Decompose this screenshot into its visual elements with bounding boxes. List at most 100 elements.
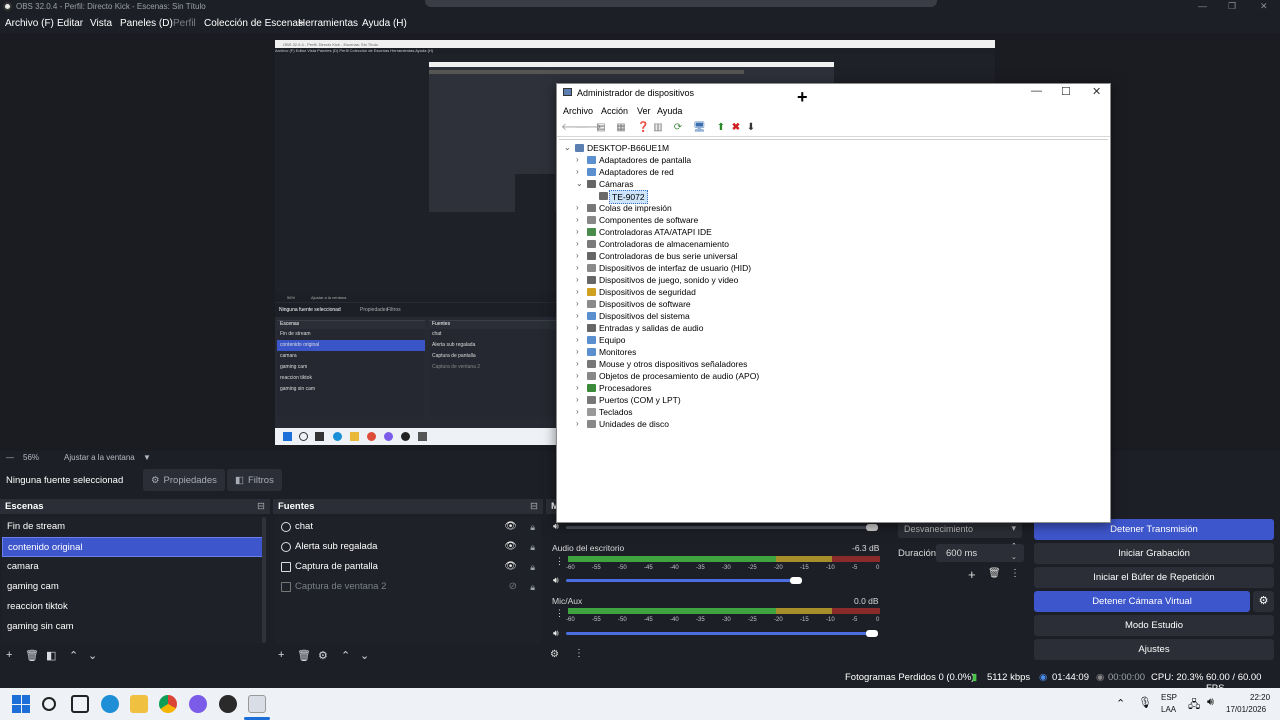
advanced-audio-icon[interactable]: ⚙ — [550, 649, 559, 660]
discord-icon[interactable] — [189, 695, 207, 713]
more-options-icon[interactable]: ⋮ — [555, 608, 564, 619]
file-explorer-icon[interactable] — [130, 695, 148, 713]
edge-icon[interactable] — [101, 695, 119, 713]
menu-archivo[interactable]: Archivo (F) — [5, 18, 54, 29]
chevron-up-icon[interactable]: ⌃ — [1116, 697, 1125, 710]
start-recording-button[interactable]: Iniciar Grabación — [1034, 543, 1274, 564]
language-indicator[interactable]: ESP — [1161, 693, 1177, 702]
zoom-level[interactable]: 56% — [23, 453, 39, 462]
back-icon[interactable]: 🡐 — [561, 122, 588, 134]
chevron-right-icon[interactable]: › — [576, 418, 585, 430]
menu-paneles[interactable]: Paneles (D) — [120, 18, 173, 29]
zoom-out-icon[interactable]: — — [6, 453, 14, 462]
close-icon[interactable]: ✕ — [1260, 1, 1268, 12]
chevron-right-icon[interactable]: › — [576, 322, 585, 334]
scene-item[interactable]: reaccion tiktok — [2, 597, 264, 617]
settings-button[interactable]: Ajustes — [1034, 639, 1274, 660]
fit-to-window[interactable]: Ajustar a la ventana — [64, 453, 135, 462]
microphone-icon[interactable]: 🎙︎ — [1138, 696, 1152, 709]
scene-item[interactable]: gaming sin cam — [2, 617, 264, 637]
dm-menu-accion[interactable]: Acción — [601, 106, 628, 116]
menu-ayuda[interactable]: Ayuda (H) — [362, 18, 407, 29]
trash-icon[interactable]: 🗑 — [25, 649, 39, 662]
scenes-scrollbar[interactable] — [262, 517, 266, 643]
view-icon[interactable]: ▥ — [652, 122, 664, 134]
forward-icon[interactable]: 🡒 — [575, 122, 602, 134]
lock-icon[interactable]: 🔒︎ — [530, 517, 535, 537]
scene-item[interactable]: Fin de stream — [2, 517, 264, 537]
menu-perfil[interactable]: Perfil — [173, 18, 196, 29]
chevron-right-icon[interactable]: › — [576, 382, 585, 394]
properties-icon[interactable]: ▦ — [615, 122, 627, 134]
chevron-right-icon[interactable]: › — [576, 250, 585, 262]
lock-icon[interactable]: 🔒︎ — [530, 577, 535, 597]
chevron-right-icon[interactable]: › — [576, 310, 585, 322]
minimize-icon[interactable]: — — [1031, 85, 1042, 97]
minimize-icon[interactable]: — — [1198, 1, 1207, 11]
chevron-right-icon[interactable]: › — [576, 358, 585, 370]
add-source-icon[interactable]: + — [278, 649, 284, 661]
popout-icon[interactable]: ⊟ — [257, 499, 265, 514]
move-down-icon[interactable]: ⌄ — [360, 649, 369, 662]
popout-icon[interactable]: ⊟ — [530, 499, 538, 514]
source-item[interactable]: Alerta sub regalada 👁 🔒︎ — [275, 537, 541, 557]
chevron-down-icon[interactable]: ⌄ — [564, 142, 573, 154]
top-fader-knob[interactable] — [866, 524, 878, 531]
more-options-icon[interactable]: ⋮ — [555, 556, 564, 567]
source-item[interactable]: chat 👁 🔒︎ — [275, 517, 541, 537]
menu-vista[interactable]: Vista — [90, 18, 112, 29]
show-hide-icon[interactable]: ▤ — [595, 122, 607, 134]
mic-fader-knob[interactable] — [866, 630, 878, 637]
hidden-eye-icon[interactable]: ⊘ — [509, 577, 517, 597]
chrome-icon[interactable] — [159, 695, 177, 713]
window-search-bar[interactable] — [425, 0, 937, 7]
chevron-right-icon[interactable]: › — [576, 154, 585, 166]
volume-icon[interactable]: 🔊︎ — [1207, 696, 1214, 709]
chevron-down-icon[interactable]: ⌄ — [576, 178, 585, 190]
add-transition-icon[interactable]: + — [968, 567, 976, 582]
search-icon[interactable] — [42, 697, 56, 711]
source-item[interactable]: Captura de ventana 2 ⊘ 🔒︎ — [275, 577, 541, 597]
close-icon[interactable]: ✕ — [1092, 85, 1101, 98]
scene-item-selected[interactable]: contenido original — [2, 537, 264, 557]
chevron-right-icon[interactable]: › — [576, 214, 585, 226]
task-view-icon[interactable] — [71, 695, 89, 713]
disable-device-icon[interactable]: ⬇ — [745, 122, 757, 134]
windows-start-icon[interactable] — [12, 695, 30, 713]
gear-icon[interactable]: ⚙ — [318, 649, 328, 662]
mixer-menu-icon[interactable]: ⋮ — [574, 648, 584, 659]
clock-time[interactable]: 22:20 — [1250, 693, 1270, 702]
dm-menu-archivo[interactable]: Archivo — [563, 106, 593, 116]
chevron-right-icon[interactable]: › — [576, 166, 585, 178]
help-icon[interactable]: ❓ — [637, 122, 649, 134]
stop-virtual-camera-button[interactable]: Detener Cámara Virtual — [1034, 591, 1250, 612]
trash-icon[interactable]: 🗑 — [297, 649, 311, 662]
device-manager-window[interactable]: Administrador de dispositivos — ☐ ✕ Arch… — [556, 83, 1111, 523]
mic-fader[interactable] — [566, 632, 872, 635]
clock-date[interactable]: 17/01/2026 — [1226, 705, 1266, 714]
replay-buffer-button[interactable]: Iniciar el Búfer de Repetición — [1034, 567, 1274, 588]
visibility-eye-icon[interactable]: 👁 — [504, 537, 517, 557]
chevron-right-icon[interactable]: › — [576, 370, 585, 382]
lock-icon[interactable]: 🔒︎ — [530, 537, 535, 557]
studio-mode-button[interactable]: Modo Estudio — [1034, 615, 1274, 636]
filters-button[interactable]: ◧ Filtros — [227, 469, 282, 491]
properties-button[interactable]: ⚙ Propiedades — [143, 469, 225, 491]
dm-menu-ayuda[interactable]: Ayuda — [657, 106, 682, 116]
desktop-audio-knob[interactable] — [790, 577, 802, 584]
chevron-right-icon[interactable]: › — [576, 298, 585, 310]
transition-select[interactable]: Desvanecimiento ▾ — [898, 521, 1022, 538]
spin-down-icon[interactable]: ⌄ — [1011, 553, 1017, 561]
chevron-right-icon[interactable]: › — [576, 274, 585, 286]
move-up-icon[interactable]: ⌃ — [69, 649, 78, 662]
trash-icon[interactable]: 🗑 — [988, 568, 1001, 579]
speaker-icon[interactable]: 🔊︎ — [553, 575, 559, 586]
visibility-eye-icon[interactable]: 👁 — [504, 517, 517, 537]
keyboard-layout[interactable]: LAA — [1161, 705, 1176, 714]
scan-hardware-icon[interactable]: 🖥︎ — [693, 122, 706, 134]
top-fader[interactable] — [566, 526, 872, 529]
zoom-dropdown-icon[interactable]: ▼ — [143, 453, 151, 462]
visibility-eye-icon[interactable]: 👁 — [504, 557, 517, 577]
transition-menu-icon[interactable]: ⋮ — [1010, 568, 1020, 579]
network-icon[interactable]: 🖧︎ — [1188, 696, 1200, 715]
